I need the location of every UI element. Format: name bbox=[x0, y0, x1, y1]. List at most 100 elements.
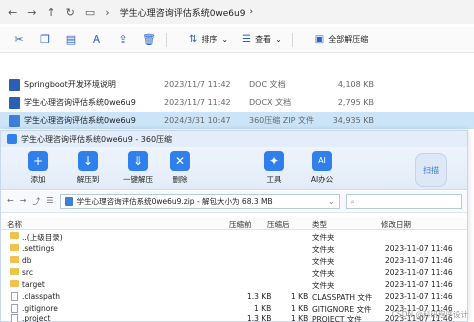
share-icon[interactable]: ⇪ bbox=[116, 33, 130, 47]
zip-path-field[interactable]: 学生心理咨询评估系统0we6u9.zip - 解包大小为 68.3 MB ⌄ bbox=[59, 194, 340, 209]
search-icon: ⌕ bbox=[350, 196, 355, 206]
list-item[interactable]: .classpath 1.3 KB 1 KB CLASSPATH 文件 2023… bbox=[1, 291, 467, 303]
scan-label: 扫描 bbox=[423, 166, 439, 175]
delete-button[interactable]: ✕ 删除 bbox=[155, 151, 205, 185]
item-date: 2023-11-07 11:46 bbox=[385, 268, 453, 277]
item-date: 2023-11-07 11:46 bbox=[385, 280, 453, 289]
explorer-nav: ← → ↑ ↻ ▭ › bbox=[0, 6, 110, 19]
file-name: 学生心理咨询评估系统0we6u9 bbox=[24, 116, 136, 125]
view-icon: ☰ bbox=[242, 34, 252, 45]
add-button[interactable]: + 添加 bbox=[13, 151, 63, 185]
paste-icon[interactable]: ▤ bbox=[64, 33, 78, 47]
item-original: 1 KB bbox=[291, 314, 309, 322]
file-row[interactable]: Springboot开发环境说明 2023/11/7 11:42 DOC 文档 … bbox=[0, 76, 474, 93]
tools-icon: ✦ bbox=[264, 151, 284, 171]
cut-icon[interactable]: ✂ bbox=[12, 33, 26, 47]
ai-office-button[interactable]: AI AI办公 bbox=[297, 151, 347, 185]
up-folder-icon[interactable]: ⤴ bbox=[32, 196, 40, 207]
file-name: Springboot开发环境说明 bbox=[24, 80, 116, 89]
zip-window: 学生心理咨询评估系统0we6u9 - 360压缩 + 添加 ↓ 解压到 ⇓ 一键… bbox=[0, 130, 468, 322]
folder-icon bbox=[10, 280, 19, 287]
file-date: 2024/3/31 10:47 bbox=[164, 116, 231, 125]
file-row[interactable]: 学生心理咨询评估系统0we6u9 2023/11/7 11:42 DOCX 文档… bbox=[0, 94, 474, 111]
refresh-icon[interactable]: ↻ bbox=[66, 6, 75, 19]
back-arrow-icon[interactable]: ← bbox=[8, 6, 17, 19]
forward-arrow-icon[interactable]: → bbox=[20, 196, 27, 207]
extract-to-label: 解压到 bbox=[76, 175, 100, 184]
item-type: 文件夹 bbox=[312, 281, 335, 290]
scan-button[interactable]: 扫描 bbox=[415, 153, 447, 187]
item-name: .classpath bbox=[22, 292, 61, 301]
column-name[interactable]: 名称 bbox=[7, 219, 22, 230]
column-type[interactable]: 类型 bbox=[312, 219, 327, 230]
forward-arrow-icon[interactable]: → bbox=[27, 6, 36, 19]
extract-to-icon: ↓ bbox=[78, 151, 98, 171]
file-type: 360压缩 ZIP 文件 bbox=[249, 116, 315, 125]
search-input[interactable]: ⌕ bbox=[345, 194, 462, 209]
chevron-down-icon[interactable]: ⌄ bbox=[328, 197, 338, 206]
up-arrow-icon[interactable]: ↑ bbox=[46, 6, 55, 19]
column-original[interactable]: 压缩后 bbox=[267, 219, 290, 230]
ai-office-label: AI办公 bbox=[310, 175, 334, 184]
word-doc-icon bbox=[9, 96, 20, 109]
column-modified[interactable]: 修改日期 bbox=[381, 219, 411, 230]
list-view-icon[interactable]: ☰ bbox=[46, 196, 53, 207]
file-icon bbox=[11, 292, 18, 301]
toolbar-divider bbox=[291, 32, 293, 47]
one-click-extract-icon: ⇓ bbox=[128, 151, 148, 171]
breadcrumb[interactable]: 学生心理咨询评估系统0we6u9 › bbox=[120, 6, 253, 19]
extract-to-button[interactable]: ↓ 解压到 bbox=[63, 151, 113, 185]
sort-label: 排序 bbox=[201, 35, 218, 44]
ai-icon: AI bbox=[312, 151, 332, 171]
item-type: 文件夹 bbox=[312, 245, 335, 254]
chevron-down-icon: ⌄ bbox=[275, 35, 282, 44]
extract-all-button[interactable]: ▣ 全部解压缩 bbox=[315, 34, 368, 45]
one-click-extract-label: 一键解压 bbox=[123, 175, 153, 184]
zip-nav: ← → ⤴ ☰ bbox=[1, 196, 54, 207]
zip-window-title: 学生心理咨询评估系统0we6u9 - 360压缩 bbox=[21, 134, 173, 144]
sort-button[interactable]: ⇅ 排序 ⌄ bbox=[189, 34, 228, 45]
rename-icon[interactable]: Ꭺ bbox=[90, 33, 104, 47]
file-size: 4,108 KB bbox=[337, 80, 374, 89]
list-item[interactable]: .settings 文件夹 2023-11-07 11:46 bbox=[1, 243, 467, 255]
item-name: ..(上级目录) bbox=[22, 233, 63, 242]
item-type: 文件夹 bbox=[312, 257, 335, 266]
zip-path-text: 学生心理咨询评估系统0we6u9.zip - 解包大小为 68.3 MB bbox=[76, 197, 273, 206]
column-compressed[interactable]: 压缩前 bbox=[229, 219, 252, 230]
extract-all-icon: ▣ bbox=[314, 34, 325, 45]
view-button[interactable]: ☰ 查看 ⌄ bbox=[242, 34, 282, 45]
delete-icon[interactable]: 🗑 bbox=[142, 33, 156, 47]
folder-icon bbox=[10, 244, 19, 251]
folder-icon bbox=[10, 268, 19, 275]
item-original: 1 KB bbox=[291, 292, 309, 301]
chevron-right-icon: › bbox=[249, 7, 254, 17]
tools-button[interactable]: ✦ 工具 bbox=[249, 151, 299, 185]
item-original: 1 KB bbox=[291, 304, 309, 313]
breadcrumb-item[interactable]: 学生心理咨询评估系统0we6u9 bbox=[120, 6, 246, 19]
item-type: 文件夹 bbox=[312, 233, 335, 242]
list-item[interactable]: db 文件夹 2023-11-07 11:46 bbox=[1, 255, 467, 267]
monitor-icon: ▭ bbox=[84, 5, 96, 19]
file-row-selected[interactable]: 学生心理咨询评估系统0we6u9 2024/3/31 10:47 360压缩 Z… bbox=[0, 112, 474, 129]
zip-toolbar: + 添加 ↓ 解压到 ⇓ 一键解压 ✕ 删除 ✦ 工具 AI AI办公 bbox=[1, 147, 467, 190]
list-item[interactable]: target 文件夹 2023-11-07 11:46 bbox=[1, 279, 467, 291]
list-item[interactable]: src 文件夹 2023-11-07 11:46 bbox=[1, 267, 467, 279]
zip-file-icon bbox=[64, 197, 73, 206]
item-date: 2023-11-07 11:46 bbox=[385, 244, 453, 253]
back-arrow-icon[interactable]: ← bbox=[7, 196, 14, 207]
file-type: DOCX 文档 bbox=[249, 98, 292, 107]
add-label: 添加 bbox=[30, 175, 46, 184]
list-item[interactable]: ..(上级目录) 文件夹 bbox=[1, 231, 467, 243]
file-name: 学生心理咨询评估系统0we6u9 bbox=[24, 98, 136, 107]
item-compressed: 1 KB bbox=[254, 304, 272, 313]
item-compressed: 1.3 KB bbox=[247, 314, 272, 322]
item-date: 2023-11-07 11:46 bbox=[385, 256, 453, 265]
folder-icon bbox=[10, 256, 19, 263]
view-label: 查看 bbox=[255, 35, 272, 44]
item-compressed: 1.3 KB bbox=[247, 292, 272, 301]
item-name: src bbox=[22, 268, 33, 277]
word-doc-icon bbox=[9, 78, 20, 91]
copy-icon[interactable]: ❐ bbox=[38, 33, 52, 47]
folder-icon bbox=[10, 232, 19, 239]
file-date: 2023/11/7 11:42 bbox=[164, 80, 231, 89]
